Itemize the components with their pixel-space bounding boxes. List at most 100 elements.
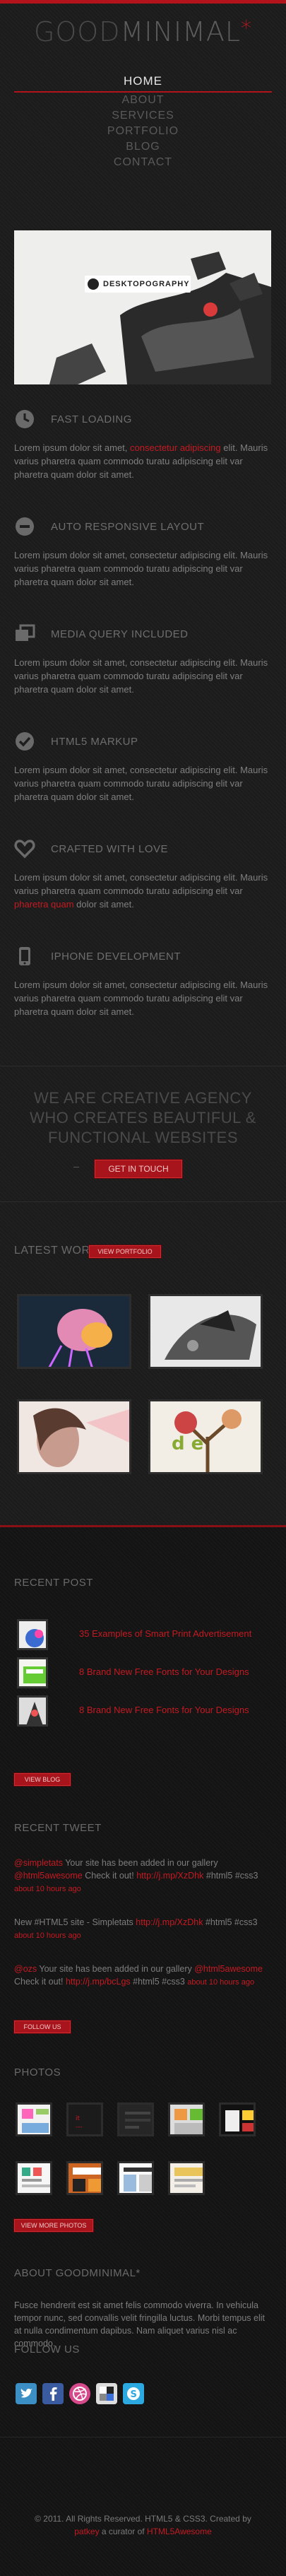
tweet-text: Your site has been added in our gallery [62,1858,218,1868]
feature-auto-responsive: AUTO RESPONSIVE LAYOUT Lorem ipsum dolor… [14,516,272,594]
photos-title: PHOTOS [14,2066,61,2078]
recent-post-title: RECENT POST [14,1577,93,1589]
feature-media-query: MEDIA QUERY INCLUDED Lorem ipsum dolor s… [14,623,272,701]
skype-icon[interactable]: S [123,2383,144,2404]
tweet-time: about 10 hours ago [14,1885,81,1893]
cta-arrow-line [73,1167,79,1168]
follow-us-title: FOLLOW US [14,2343,80,2356]
post-thumb-image [19,1621,46,1648]
feature-text-part: dolor sit amet. [73,899,134,910]
main-nav: HOME ABOUT SERVICES PORTFOLIO BLOG CONTA… [0,74,286,170]
copyright-sep: a curator of [99,2527,147,2536]
logo-text-good: GOOD [33,16,121,47]
about-title: ABOUT GOODMINIMAL* [14,2267,141,2279]
svg-text:---: --- [76,2124,83,2131]
copyright-text: © 2011. All Rights Reserved. HTML5 & CSS… [35,2514,251,2524]
post-thumb[interactable] [17,1695,48,1727]
photo-thumb[interactable] [168,2161,205,2195]
feature-title: CRAFTED WITH LOVE [51,843,169,855]
nav-item-contact[interactable]: CONTACT [0,155,286,170]
feature-text-link[interactable]: pharetra quam [14,899,74,910]
post-link[interactable]: 8 Brand New Free Fonts for Your Designs [79,1666,249,1677]
feature-text: Lorem ipsum dolor sit amet, consectetur … [14,871,272,911]
photo-image [18,2163,50,2193]
feature-title: IPHONE DEVELOPMENT [51,951,181,963]
hero-artwork [14,230,271,384]
facebook-icon[interactable] [42,2383,64,2404]
photo-thumb[interactable] [117,2102,154,2136]
feature-text: Lorem ipsum dolor sit amet, consectetur … [14,550,268,587]
delicious-icon[interactable] [96,2383,117,2404]
twitter-glyph [20,2389,32,2398]
site-header: GOODMINIMAL* HOME ABOUT SERVICES PORTFOL… [0,4,286,170]
tweet-text: Check it out! [14,1977,66,1987]
tweet-handle[interactable]: @html5awesome [14,1871,83,1881]
photo-thumb[interactable]: it --- [66,2102,103,2136]
tweet-link[interactable]: http://j.mp/XzDhk [136,1917,203,1927]
tweet-item: @simpletats Your site has been added in … [14,1857,272,1895]
photo-thumb[interactable] [16,2102,52,2136]
twitter-icon[interactable] [16,2383,37,2404]
tweet-text: #html5 #css3 [130,1977,188,1987]
view-portfolio-button[interactable]: VIEW PORTFOLIO [89,1245,161,1258]
work-thumb-creature[interactable] [148,1294,263,1369]
photo-image [119,2105,152,2134]
svg-text:d e: d e [172,1433,203,1454]
tweet-text: #html5 #css3 [203,1917,258,1927]
photo-image [170,2163,203,2193]
logo-asterisk: * [241,16,253,41]
feature-title: AUTO RESPONSIVE LAYOUT [51,521,205,533]
work-image [150,1296,261,1367]
photo-image: it --- [68,2105,101,2134]
logo-text-minimal: MINIMAL [120,16,242,47]
photo-thumb[interactable] [168,2102,205,2136]
feature-text: Lorem ipsum dolor sit amet, consectetur … [14,441,272,481]
hero-slider[interactable]: DESKTOPOGRAPHY [14,230,271,384]
tweet-link[interactable]: http://j.mp/bcLgs [66,1977,131,1987]
photo-thumb[interactable] [219,2102,256,2136]
nav-item-blog[interactable]: BLOG [0,139,286,155]
nav-item-home[interactable]: HOME [14,74,272,93]
skype-glyph: S [127,2387,140,2400]
author-link[interactable]: patkey [74,2527,99,2536]
photo-image [18,2105,50,2134]
photo-thumb[interactable] [66,2161,103,2195]
feature-text: Lorem ipsum dolor sit amet, consectetur … [14,980,268,1017]
post-thumb[interactable] [17,1657,48,1688]
view-blog-button[interactable]: VIEW BLOG [14,1773,71,1786]
site-link[interactable]: HTML5Awesome [147,2527,212,2536]
heart-icon [14,840,35,859]
view-more-photos-button[interactable]: VIEW MORE PHOTOS [14,2219,93,2232]
nav-item-about[interactable]: ABOUT [0,93,286,108]
feature-text: Lorem ipsum dolor sit amet, consectetur … [14,765,268,802]
photo-thumb[interactable] [117,2161,154,2195]
feature-text-link[interactable]: consectetur adipiscing [130,442,221,453]
tweet-time: about 10 hours ago [187,1978,255,1987]
post-link[interactable]: 35 Examples of Smart Print Advertisement [79,1628,251,1639]
site-logo[interactable]: GOODMINIMAL* [0,16,286,47]
post-thumb[interactable] [17,1619,48,1650]
follow-us-button[interactable]: FOLLOW US [14,2021,71,2033]
get-in-touch-button[interactable]: GET IN TOUCH [95,1160,182,1178]
feature-html5-markup: HTML5 MARKUP Lorem ipsum dolor sit amet,… [14,731,272,808]
facebook-glyph [50,2387,57,2401]
work-thumb-jellyfish[interactable] [17,1294,131,1369]
nav-item-portfolio[interactable]: PORTFOLIO [0,124,286,139]
nav-item-services[interactable]: SERVICES [0,108,286,124]
work-thumb-typography-tree[interactable]: d e [148,1399,263,1474]
tweet-handle[interactable]: @simpletats [14,1858,63,1868]
tweet-time: about 10 hours ago [14,1931,81,1940]
feature-text-part: Lorem ipsum dolor sit amet, [14,442,131,453]
recent-tweet-title: RECENT TWEET [14,1822,102,1834]
feature-iphone-development: IPHONE DEVELOPMENT Lorem ipsum dolor sit… [14,946,272,1023]
dribbble-icon[interactable] [69,2383,90,2404]
post-thumb-image [19,1659,46,1686]
dribbble-glyph [73,2387,87,2401]
tweet-link[interactable]: http://j.mp/XzDhk [136,1871,203,1881]
work-thumb-portrait[interactable] [17,1399,131,1474]
photo-image [170,2105,203,2134]
tweet-handle[interactable]: @ozs [14,1964,37,1974]
post-link[interactable]: 8 Brand New Free Fonts for Your Designs [79,1705,249,1715]
tweet-handle[interactable]: @html5awesome [194,1964,263,1974]
photo-thumb[interactable] [16,2161,52,2195]
